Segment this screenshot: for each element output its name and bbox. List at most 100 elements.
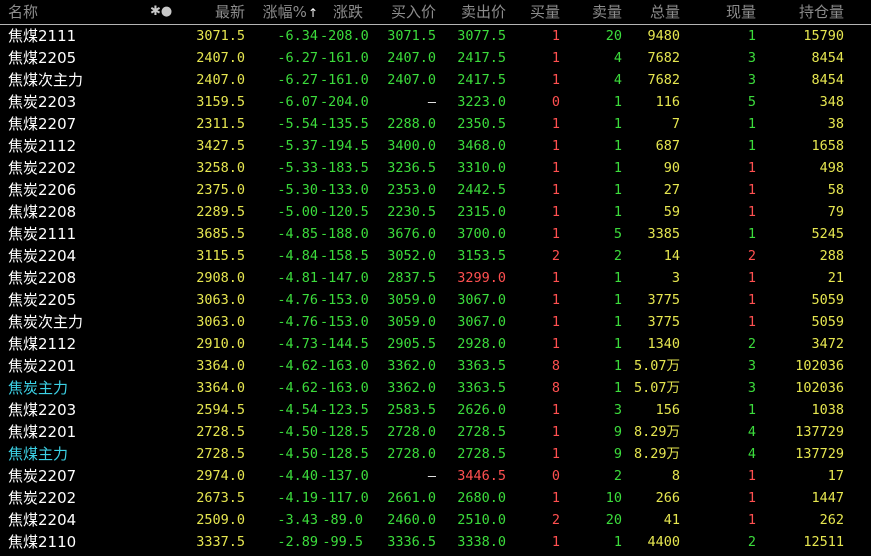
table-row[interactable]: 焦煤2204 2509.0 -3.43 -89.0 2460.0 2510.0 2 20 41 1…	[0, 509, 871, 531]
cell-pct: -3.43	[277, 512, 318, 528]
cell-volume: 41	[663, 512, 680, 528]
cell-ask-vol: 1	[613, 292, 622, 308]
table-row[interactable]: 焦炭2208 2908.0 -4.81 -147.0 2837.5 3299.0 1 1 3 1 2…	[0, 267, 871, 289]
cell-ask-vol: 3	[613, 402, 622, 418]
table-row[interactable]: 焦炭2201 3364.0 -4.62 -163.0 3362.0 3363.5 8 1 5.0…	[0, 355, 871, 377]
cell-ask: 3363.5	[457, 380, 506, 396]
col-header-name[interactable]: 名称	[8, 0, 158, 24]
cell-cur-vol: 1	[747, 182, 756, 198]
cell-chg: -163.0	[320, 380, 369, 396]
cell-cur-vol: 3	[747, 72, 756, 88]
table-row[interactable]: 焦炭2207 2974.0 -4.40 -137.0 — 3446.5 0 2 8 1 17	[0, 465, 871, 487]
col-header-ask-vol[interactable]: 卖量	[565, 0, 622, 24]
cell-last: 3364.0	[196, 358, 245, 374]
cell-bid-vol: 1	[551, 402, 560, 418]
cell-bid-vol: 1	[551, 50, 560, 66]
cell-open-interest: 79	[827, 204, 844, 220]
cell-ask-vol: 20	[605, 28, 622, 44]
cell-name: 焦煤2208	[8, 203, 77, 221]
cell-open-interest: 5059	[811, 314, 844, 330]
cell-last: 2407.0	[196, 72, 245, 88]
cell-name: 焦煤2110	[8, 533, 77, 551]
cell-bid: —	[427, 94, 436, 110]
table-row[interactable]: 焦炭2202 3258.0 -5.33 -183.5 3236.5 3310.0 1 1 90 1…	[0, 157, 871, 179]
cell-bid-vol: 1	[551, 292, 560, 308]
table-row[interactable]: 焦煤2208 2289.5 -5.00 -120.5 2230.5 2315.0 1 1 59 1…	[0, 201, 871, 223]
col-header-volume[interactable]: 总量	[625, 0, 680, 24]
table-row[interactable]: 焦炭主力 3364.0 -4.62 -163.0 3362.0 3363.5 8 1 5.07万…	[0, 377, 871, 399]
col-header-cur-vol[interactable]: 现量	[690, 0, 756, 24]
cell-volume: 7682	[647, 72, 680, 88]
table-row[interactable]: 焦煤2207 2311.5 -5.54 -135.5 2288.0 2350.5 1 1 7 1 3…	[0, 113, 871, 135]
cell-ask: 2510.0	[457, 512, 506, 528]
cell-open-interest: 5059	[811, 292, 844, 308]
cell-bid-vol: 1	[551, 72, 560, 88]
cell-bid: —	[427, 468, 436, 484]
cell-chg: -161.0	[320, 72, 369, 88]
cell-volume: 4400	[647, 534, 680, 550]
cell-ask-vol: 1	[613, 182, 622, 198]
table-row[interactable]: 焦炭2205 3063.0 -4.76 -153.0 3059.0 3067.0 1 1 377…	[0, 289, 871, 311]
table-row[interactable]: 焦炭2206 2375.0 -5.30 -133.0 2353.0 2442.5 1 1 27 1…	[0, 179, 871, 201]
table-row[interactable]: 焦煤2205 2407.0 -6.27 -161.0 2407.0 2417.5 1 4 768…	[0, 47, 871, 69]
cell-cur-vol: 1	[747, 490, 756, 506]
col-header-last[interactable]: 最新	[170, 0, 245, 24]
cell-cur-vol: 1	[747, 292, 756, 308]
col-header-open-interest[interactable]: 持仓量	[760, 0, 844, 24]
cell-bid: 2837.5	[387, 270, 436, 286]
cell-pct: -4.40	[277, 468, 318, 484]
col-header-chg[interactable]: 涨跌	[320, 0, 363, 24]
cell-open-interest: 1658	[811, 138, 844, 154]
table-row[interactable]: 焦炭2203 3159.5 -6.07 -204.0 — 3223.0 0 1 116 5 348	[0, 91, 871, 113]
cell-pct: -2.89	[277, 534, 318, 550]
cell-ask-vol: 1	[613, 358, 622, 374]
cell-ask: 3700.0	[457, 226, 506, 242]
col-header-ask[interactable]: 卖出价	[440, 0, 506, 24]
table-row[interactable]: 焦炭2204 3115.5 -4.84 -158.5 3052.0 3153.5 2 2 14 2…	[0, 245, 871, 267]
cell-last: 3159.5	[196, 94, 245, 110]
cell-volume: 9480	[647, 28, 680, 44]
table-row[interactable]: 焦炭2111 3685.5 -4.85 -188.0 3676.0 3700.0 1 5 338…	[0, 223, 871, 245]
cell-ask: 3468.0	[457, 138, 506, 154]
cell-cur-vol: 3	[747, 358, 756, 374]
cell-name: 焦煤2112	[8, 335, 77, 353]
cell-last: 3427.5	[196, 138, 245, 154]
cell-name: 焦炭2201	[8, 357, 77, 375]
cell-ask: 3338.0	[457, 534, 506, 550]
table-row[interactable]: 焦炭2112 3427.5 -5.37 -194.5 3400.0 3468.0 1 1 687…	[0, 135, 871, 157]
cell-open-interest: 102036	[795, 358, 844, 374]
col-header-bid[interactable]: 买入价	[364, 0, 436, 24]
star-icon[interactable]: ✱	[150, 4, 161, 19]
cell-last: 3115.5	[196, 248, 245, 264]
cell-bid: 2230.5	[387, 204, 436, 220]
cell-pct: -4.85	[277, 226, 318, 242]
table-row[interactable]: 焦炭次主力 3063.0 -4.76 -153.0 3059.0 3067.0 1 1 3775…	[0, 311, 871, 333]
table-row[interactable]: 焦煤2203 2594.5 -4.54 -123.5 2583.5 2626.0 1 3 156…	[0, 399, 871, 421]
cell-name: 焦炭2202	[8, 489, 77, 507]
cell-chg: -163.0	[320, 358, 369, 374]
cell-cur-vol: 2	[747, 336, 756, 352]
cell-ask-vol: 5	[613, 226, 622, 242]
table-row[interactable]: 焦煤2110 3337.5 -2.89 -99.5 3336.5 3338.0 1 1 4400…	[0, 531, 871, 553]
table-row[interactable]: 焦炭2202 2673.5 -4.19 -117.0 2661.0 2680.0 1 10 26…	[0, 487, 871, 509]
cell-pct: -6.07	[277, 94, 318, 110]
cell-cur-vol: 1	[747, 160, 756, 176]
cell-ask: 2350.5	[457, 116, 506, 132]
table-row[interactable]: 焦煤2111 3071.5 -6.34 -208.0 3071.5 3077.5 1 20 94…	[0, 25, 871, 47]
cell-chg: -120.5	[320, 204, 369, 220]
table-row[interactable]: 焦煤2201 2728.5 -4.50 -128.5 2728.0 2728.5 1 9 8.2…	[0, 421, 871, 443]
col-header-pct[interactable]: 涨幅%↑	[248, 0, 318, 24]
cell-pct: -6.34	[277, 28, 318, 44]
cell-ask-vol: 1	[613, 314, 622, 330]
col-header-bid-vol[interactable]: 买量	[512, 0, 560, 24]
table-row[interactable]: 焦煤主力 2728.5 -4.50 -128.5 2728.0 2728.5 1 9 8.29万…	[0, 443, 871, 465]
table-row[interactable]: 焦煤次主力 2407.0 -6.27 -161.0 2407.0 2417.5 1 4 7682…	[0, 69, 871, 91]
cell-pct: -4.19	[277, 490, 318, 506]
cell-last: 2375.0	[196, 182, 245, 198]
cell-ask-vol: 1	[613, 116, 622, 132]
cell-open-interest: 8454	[811, 72, 844, 88]
table-row[interactable]: 焦煤2112 2910.0 -4.73 -144.5 2905.5 2928.0 1 1 134…	[0, 333, 871, 355]
cell-chg: -204.0	[320, 94, 369, 110]
cell-pct: -5.30	[277, 182, 318, 198]
cell-bid-vol: 1	[551, 270, 560, 286]
